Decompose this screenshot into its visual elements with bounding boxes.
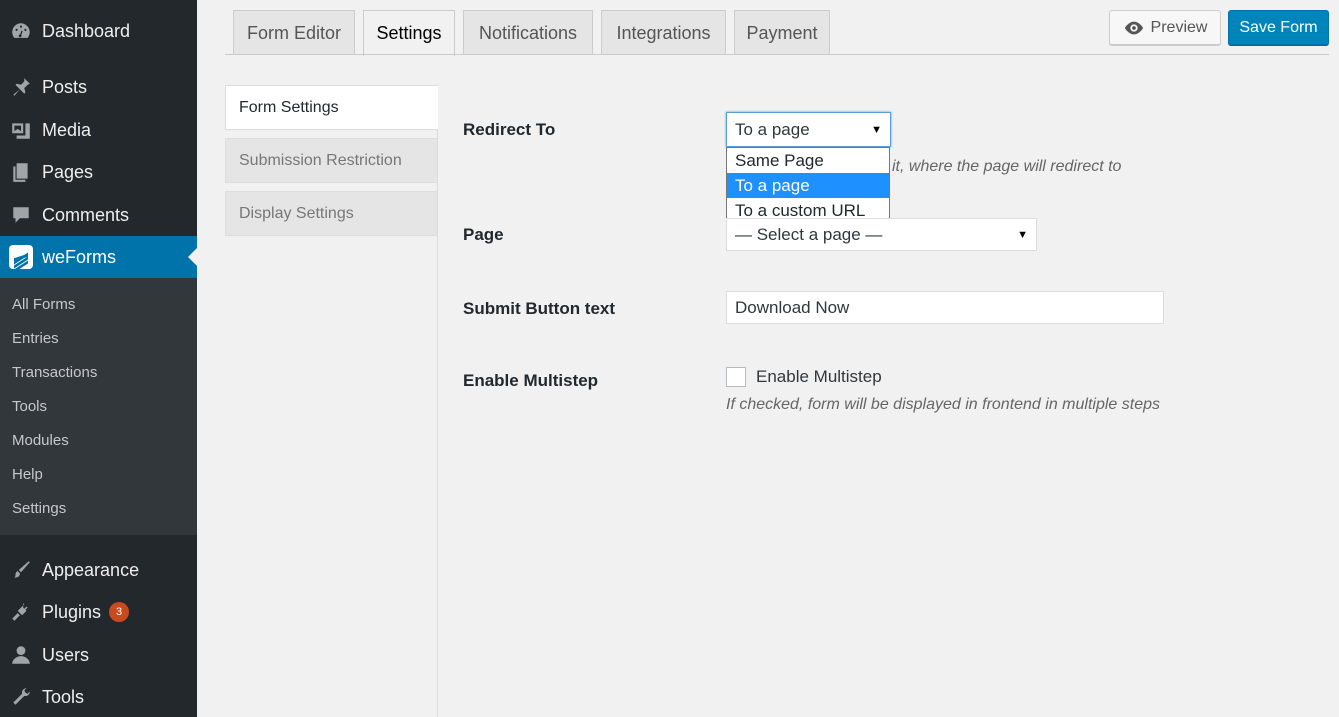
brush-icon xyxy=(8,557,34,583)
preview-label: Preview xyxy=(1150,18,1208,36)
enable-multistep-checkbox[interactable] xyxy=(726,367,746,387)
dashboard-icon xyxy=(8,18,34,44)
sidebar-item-label: Users xyxy=(42,644,90,665)
user-icon xyxy=(8,642,34,668)
submenu-item-transactions[interactable]: Transactions xyxy=(12,364,97,381)
sidebar-item-label: Dashboard xyxy=(42,20,131,41)
redirect-to-value: To a page xyxy=(735,119,810,139)
redirect-to-label: Redirect To xyxy=(463,120,556,139)
page-select-value: — Select a page — xyxy=(735,224,883,244)
submenu-item-entries[interactable]: Entries xyxy=(12,330,59,347)
settings-divider xyxy=(437,130,438,717)
settings-nav-display-settings[interactable]: Display Settings xyxy=(225,191,438,236)
settings-nav-form-settings[interactable]: Form Settings xyxy=(225,85,438,130)
sidebar-item-appearance[interactable]: Appearance xyxy=(0,549,197,591)
comment-icon xyxy=(8,202,34,228)
sidebar-item-label: Media xyxy=(42,119,92,140)
tab-form-editor[interactable]: Form Editor xyxy=(233,10,355,55)
tab-settings[interactable]: Settings xyxy=(363,10,455,56)
sidebar-item-comments[interactable]: Comments xyxy=(0,194,197,236)
weforms-icon xyxy=(8,244,34,273)
redirect-to-select[interactable]: To a page ▼ xyxy=(726,112,891,147)
submenu-item-tools[interactable]: Tools xyxy=(12,398,47,415)
weforms-submenu: All Forms Entries Transactions Tools Mod… xyxy=(0,278,197,535)
tab-payment[interactable]: Payment xyxy=(734,10,830,55)
sidebar-item-weforms[interactable]: weForms xyxy=(0,236,197,278)
submenu-item-help[interactable]: Help xyxy=(12,466,43,483)
plugin-icon xyxy=(8,599,34,625)
tab-divider xyxy=(225,54,1329,55)
update-count-badge: 3 xyxy=(109,602,130,622)
enable-multistep-checkbox-label[interactable]: Enable Multistep xyxy=(756,367,882,387)
submenu-item-modules[interactable]: Modules xyxy=(12,432,69,449)
sidebar-item-posts[interactable]: Posts xyxy=(0,66,197,108)
chevron-down-icon: ▼ xyxy=(1017,228,1028,241)
pin-icon xyxy=(8,74,34,100)
admin-sidebar: Dashboard Posts Media Pages Comments weF… xyxy=(0,0,197,717)
media-icon xyxy=(8,117,34,143)
submenu-item-all-forms[interactable]: All Forms xyxy=(12,296,75,313)
multistep-help-text: If checked, form will be displayed in fr… xyxy=(726,396,1160,413)
tab-notifications[interactable]: Notifications xyxy=(463,10,593,55)
preview-button[interactable]: Preview xyxy=(1109,10,1221,45)
redirect-to-dropdown: Same Page To a page To a custom URL xyxy=(726,147,890,222)
sidebar-item-label: Pages xyxy=(42,161,94,182)
option-same-page[interactable]: Same Page xyxy=(727,148,889,173)
submit-button-text-label: Submit Button text xyxy=(463,299,616,318)
settings-nav-submission-restriction[interactable]: Submission Restriction xyxy=(225,138,438,183)
submenu-item-settings[interactable]: Settings xyxy=(12,500,66,517)
pages-icon xyxy=(8,159,34,185)
sidebar-item-dashboard[interactable]: Dashboard xyxy=(0,10,197,52)
sidebar-item-label: Comments xyxy=(42,204,130,225)
save-form-button[interactable]: Save Form xyxy=(1228,10,1329,45)
tab-integrations[interactable]: Integrations xyxy=(601,10,726,55)
enable-multistep-label: Enable Multistep xyxy=(463,371,599,390)
sidebar-item-tools[interactable]: Tools xyxy=(0,676,197,717)
wrench-icon xyxy=(8,684,34,710)
chevron-down-icon: ▼ xyxy=(871,123,882,136)
eye-icon xyxy=(1124,21,1143,34)
option-to-a-page[interactable]: To a page xyxy=(727,173,889,198)
page-select[interactable]: — Select a page — ▼ xyxy=(726,218,1037,251)
sidebar-item-users[interactable]: Users xyxy=(0,634,197,676)
sidebar-item-label: Tools xyxy=(42,686,85,707)
redirect-help-text: it, where the page will redirect to xyxy=(892,158,1122,175)
submit-button-text-input[interactable] xyxy=(726,291,1164,324)
sidebar-item-label: Posts xyxy=(42,76,88,97)
sidebar-item-plugins[interactable]: Plugins 3 xyxy=(0,591,197,633)
sidebar-item-label: Plugins xyxy=(42,601,102,622)
sidebar-item-media[interactable]: Media xyxy=(0,109,197,151)
sidebar-item-label: Appearance xyxy=(42,559,140,580)
sidebar-item-pages[interactable]: Pages xyxy=(0,151,197,193)
sidebar-item-label: weForms xyxy=(42,246,117,267)
page-label: Page xyxy=(463,225,504,244)
